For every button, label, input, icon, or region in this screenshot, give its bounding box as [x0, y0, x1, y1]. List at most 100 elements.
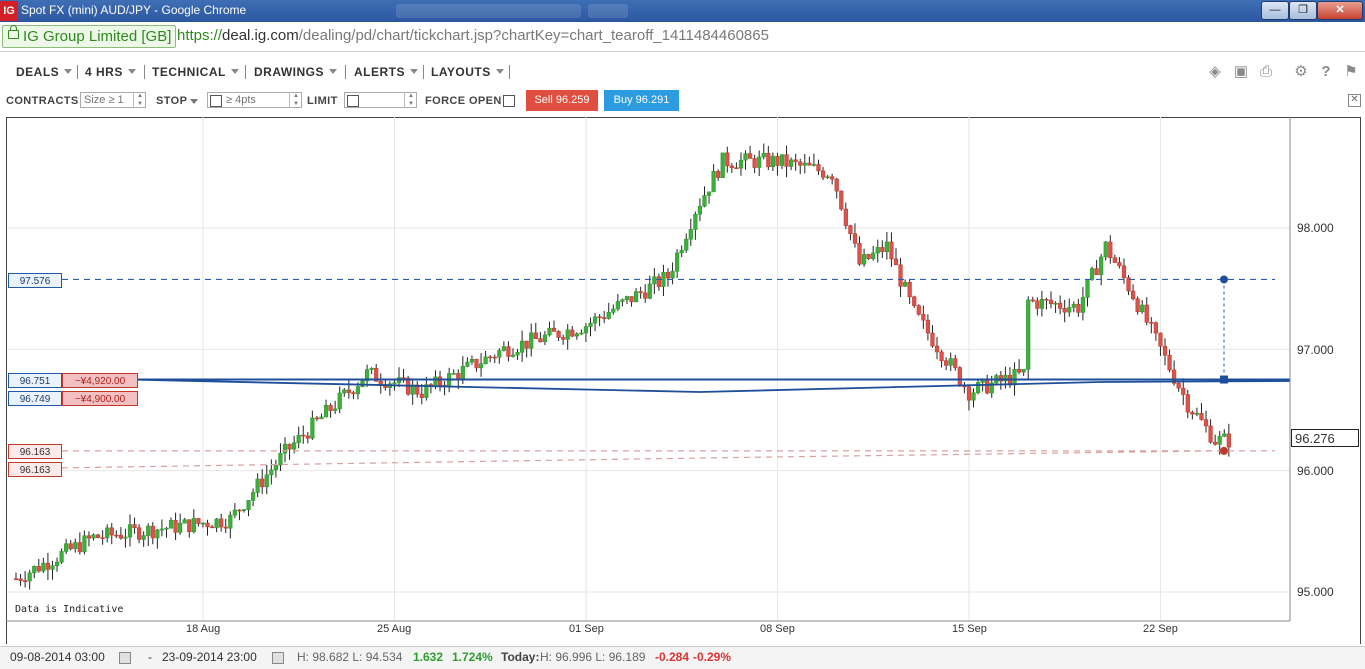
candle-body: [319, 416, 324, 420]
candle-body: [1044, 298, 1049, 301]
candle-body: [465, 361, 470, 367]
candle-body: [729, 165, 734, 169]
candle-body: [574, 333, 579, 337]
candle-body: [921, 314, 926, 321]
candle-body: [287, 443, 292, 450]
candle-body: [483, 356, 488, 365]
order-level-tag[interactable]: 97.576: [8, 273, 62, 288]
candle-body: [1112, 257, 1117, 263]
candle-body: [843, 208, 848, 226]
candle-body: [825, 176, 830, 179]
candle-body: [314, 417, 320, 420]
candlestick-series: [13, 143, 1231, 590]
order-level-tag[interactable]: 96.749: [8, 391, 62, 406]
candle-body: [378, 381, 383, 385]
candle-body: [697, 205, 703, 215]
candle-body: [1213, 441, 1218, 445]
candle-body: [861, 254, 867, 265]
candle-body: [839, 190, 844, 210]
candle-body: [647, 283, 652, 299]
candle-body: [820, 170, 826, 178]
candle-body: [679, 249, 684, 254]
candle-body: [214, 518, 219, 529]
candle-body: [173, 520, 178, 533]
candle-body: [939, 351, 944, 362]
stop-level-tag[interactable]: 96.163: [8, 462, 62, 477]
candle-body: [182, 519, 187, 524]
range-high-low: H: 98.682 L: 94.534: [297, 650, 403, 664]
candle-body: [524, 340, 529, 349]
candle-body: [643, 292, 648, 299]
candle-body: [629, 296, 634, 303]
candle-body: [1030, 299, 1035, 302]
candle-body: [127, 524, 133, 538]
candle-body: [953, 358, 958, 368]
candle-body: [328, 404, 333, 411]
x-tick-label: 22 Sep: [1143, 623, 1178, 635]
candle-body: [260, 478, 265, 488]
candle-body: [1021, 368, 1026, 373]
position-line: [137, 378, 1291, 393]
candle-body: [957, 367, 962, 386]
x-tick-label: 01 Sep: [569, 623, 604, 635]
candle-body: [1162, 345, 1168, 356]
order-level-lines: [61, 275, 1291, 469]
stop-level-tag[interactable]: 96.163: [8, 444, 62, 459]
candle-body: [282, 443, 288, 454]
candle-body: [752, 158, 757, 168]
candle-body: [1094, 268, 1099, 276]
candle-body: [1140, 304, 1145, 313]
candle-body: [109, 527, 114, 536]
candle-body: [41, 562, 46, 572]
candle-body: [784, 154, 789, 167]
candle-body: [168, 520, 174, 529]
y-tick-label: 98.000: [1297, 221, 1334, 235]
candle-body: [852, 233, 858, 244]
candle-body: [333, 408, 338, 411]
position-handle: [1220, 375, 1228, 384]
candle-body: [451, 373, 456, 375]
candle-body: [656, 276, 661, 287]
calendar-icon[interactable]: [119, 652, 131, 664]
candle-body: [638, 291, 643, 294]
price-chart[interactable]: [0, 0, 1365, 646]
candle-body: [337, 392, 342, 410]
order-level-tag[interactable]: 96.751: [8, 373, 62, 388]
candle-body: [529, 332, 534, 349]
candle-body: [137, 527, 142, 540]
candle-body: [351, 392, 356, 395]
candle-body: [866, 254, 871, 259]
candle-body: [73, 542, 78, 550]
candle-body: [738, 159, 744, 169]
candle-body: [661, 272, 666, 287]
y-tick-label: 95.000: [1297, 585, 1334, 599]
candle-body: [720, 152, 725, 178]
candle-body: [146, 525, 151, 536]
candle-body: [1208, 425, 1213, 443]
candle-body: [501, 346, 506, 351]
candle-body: [615, 301, 620, 310]
candle-body: [1062, 308, 1067, 313]
candle-body: [232, 509, 237, 516]
candle-body: [296, 434, 301, 444]
x-tick-label: 15 Sep: [952, 623, 987, 635]
candle-body: [264, 474, 269, 488]
candle-body: [1035, 300, 1040, 309]
candle-body: [1053, 302, 1058, 305]
candle-body: [460, 365, 465, 380]
candle-body: [1108, 241, 1113, 259]
candle-body: [105, 527, 110, 538]
candle-body: [551, 327, 557, 332]
candle-body: [706, 191, 712, 196]
candle-body: [478, 363, 484, 369]
candle-body: [789, 159, 794, 167]
candle-body: [191, 518, 196, 533]
candle-body: [930, 332, 935, 347]
range-to: 23-09-2014 23:00: [162, 650, 257, 664]
candle-body: [100, 537, 105, 539]
calendar-icon[interactable]: [272, 652, 284, 664]
candle-body: [118, 534, 123, 539]
candle-body: [592, 316, 598, 324]
candle-body: [624, 296, 630, 300]
candle-body: [1089, 268, 1095, 280]
